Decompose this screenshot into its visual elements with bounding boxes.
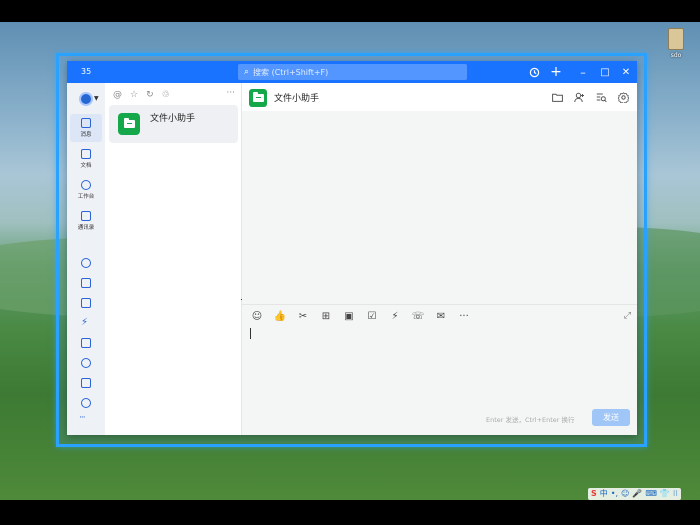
approval-icon[interactable] [81,378,91,388]
lightning-icon[interactable]: ⚡ [81,318,91,328]
chat-header: 文件小助手 [242,83,637,111]
mention-icon[interactable]: @ [113,89,122,101]
sidebar-item-label: 文档 [80,163,92,169]
minimize-button[interactable]: – [575,64,591,80]
conversation-panel: @ ☆ ↻ ♲ ··· 文件小助手 [105,83,255,435]
file-helper-avatar[interactable] [249,89,267,107]
refresh-icon[interactable]: ↻ [146,89,154,101]
settings-button[interactable] [617,91,629,103]
text-cursor [250,328,251,339]
scissors-icon[interactable]: ✂ [296,310,310,324]
add-member-button[interactable] [573,91,585,103]
chat-title: 文件小助手 [274,94,320,104]
add-button[interactable]: + [548,64,564,80]
history-icon [529,67,539,77]
search-history-button[interactable] [595,91,607,103]
system-tray[interactable]: S 中 •, ☺ 🎤 ⌨ 👕 ⁝⁝ [588,488,681,500]
conversation-filters: @ ☆ ↻ ♲ [113,89,170,101]
bottom-bar [0,500,700,525]
document-icon [81,149,91,159]
search-input[interactable]: ⌕ 搜索 (Ctrl+Shift+F) [238,64,467,80]
toolbox-icon[interactable]: ⁝⁝ [673,488,678,500]
punctuation-icon[interactable]: •, [611,488,618,500]
ime-lang-icon[interactable]: 中 [600,488,608,500]
calendar-icon[interactable]: ▣ [342,310,356,324]
archive-icon[interactable]: ♲ [162,89,170,101]
maximize-button[interactable]: □ [597,64,613,80]
star-icon[interactable]: ☆ [130,89,138,101]
lightning-icon[interactable]: ⚡ [388,310,402,324]
workbench-icon [81,180,91,190]
search-placeholder: 搜索 (Ctrl+Shift+F) [253,67,329,77]
folder-button[interactable] [551,91,563,103]
skin-icon[interactable]: 👕 [660,488,670,500]
send-button[interactable]: 发送 [592,409,630,426]
close-button[interactable]: ✕ [618,64,634,80]
add-user-icon [573,92,584,102]
compose-toolbar: ☺ 👍 ✂ ⊞ ▣ ☑ ⚡ ☏ ✉ ··· [250,310,471,324]
emoji-icon[interactable]: ☺ [250,310,264,324]
list-search-icon [596,93,607,102]
desktop-shortcut[interactable]: sdo [662,28,690,59]
sidebar-item-messages[interactable]: 消息 [70,114,102,142]
message-icon [81,118,91,128]
sidebar-item-label: 消息 [80,132,92,138]
calendar-icon[interactable] [81,278,91,288]
sidebar: ▼ 消息 文档 工作台 通讯录 ⚡ ··· [67,83,105,435]
more-icon[interactable]: ··· [457,310,471,324]
mail-icon[interactable] [81,338,91,348]
conversation-name: 文件小助手 [150,114,196,124]
sidebar-item-workbench[interactable]: 工作台 [70,176,102,204]
gear-icon [617,91,629,103]
checkbox-icon[interactable]: ☑ [365,310,379,324]
org-logo-icon[interactable] [79,92,93,106]
folder-open-icon [551,93,563,102]
desktop-shortcut-label: sdo [670,52,682,59]
sidebar-item-label: 工作台 [77,194,95,200]
add-file-icon[interactable]: ⊞ [319,310,333,324]
titlebar: 35 ⌕ 搜索 (Ctrl+Shift+F) + – □ ✕ [67,61,637,83]
send-hint: Enter 发送，Ctrl+Enter 换行 [486,416,575,424]
history-button[interactable] [526,64,542,80]
phone-icon[interactable]: ☏ [411,310,425,324]
cloud-drive-icon[interactable] [81,258,91,268]
file-helper-avatar [118,113,140,135]
chevron-down-icon[interactable]: ▼ [94,95,99,102]
sidebar-item-documents[interactable]: 文档 [70,145,102,173]
task-icon[interactable] [81,298,91,308]
sidebar-item-contacts[interactable]: 通讯录 [70,207,102,235]
mic-icon[interactable]: 🎤 [632,488,642,500]
contacts-icon [81,211,91,221]
search-icon: ⌕ [244,67,250,77]
mail-icon[interactable]: ✉ [434,310,448,324]
ime-logo-icon[interactable]: S [591,488,597,500]
app-window: 35 ⌕ 搜索 (Ctrl+Shift+F) + – □ ✕ ▼ 消息 文档 工… [67,61,637,435]
file-icon [668,28,684,50]
expand-icon[interactable]: ⤢ [624,311,631,321]
emoji-icon[interactable]: ☺ [621,488,629,500]
compose-divider [242,304,637,305]
more-icon[interactable]: ··· [226,88,235,98]
sidebar-item-label: 通讯录 [77,225,95,231]
user-avatar[interactable]: 35 [77,65,95,79]
more-icon[interactable]: ··· [79,413,86,423]
keyboard-icon[interactable]: ⌨ [645,488,657,500]
folder-icon [252,92,264,102]
message-list[interactable] [242,111,637,304]
folder-icon [123,118,135,128]
phone-icon[interactable] [81,358,91,368]
thumbs-up-icon[interactable]: 👍 [273,310,287,324]
chat-panel: 文件小助手 ☺ 👍 ✂ ⊞ ▣ ☑ ⚡ ☏ ✉ ··· ⤢ Enter 发送，C… [242,83,637,435]
conversation-item-file-helper[interactable]: 文件小助手 [109,105,238,143]
bag-icon[interactable] [81,398,91,408]
